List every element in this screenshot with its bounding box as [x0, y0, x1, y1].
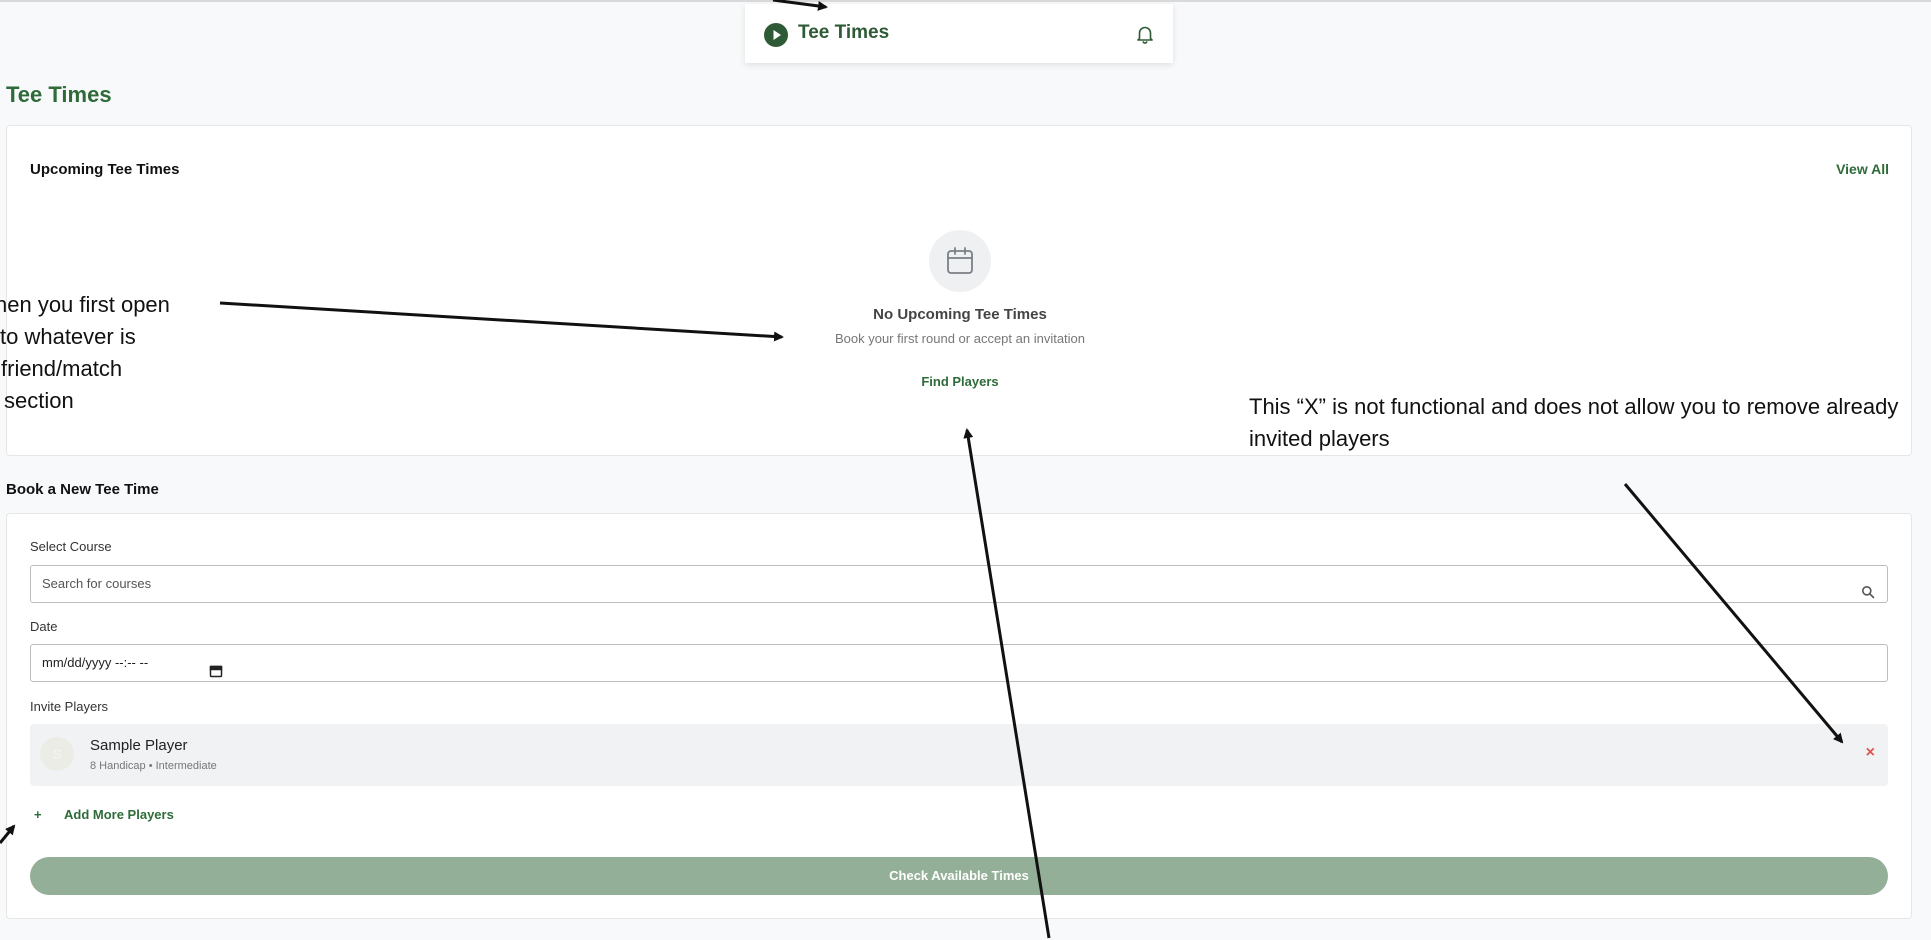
book-section-title: Book a New Tee Time — [6, 481, 159, 498]
annotation-left-line: hen you first open — [0, 292, 170, 317]
annotation-left: hen you first open to whatever is friend… — [0, 289, 200, 419]
app-header: Tee Times — [745, 4, 1173, 63]
empty-state-title: No Upcoming Tee Times — [873, 306, 1047, 323]
invited-player-row: S Sample Player 8 Handicap • Intermediat… — [30, 724, 1888, 786]
annotation-right: This “X” is not functional and does not … — [1249, 394, 1899, 451]
close-icon[interactable]: × — [1866, 744, 1875, 762]
select-course-label: Select Course — [30, 539, 112, 554]
page-title: Tee Times — [6, 82, 112, 107]
header-title: Tee Times — [798, 22, 890, 43]
book-tee-time-card: Select Course Search for courses Date mm… — [6, 513, 1912, 919]
annotation-left-line: to whatever is — [0, 324, 136, 349]
plus-icon: + — [34, 807, 42, 822]
date-input[interactable]: mm/dd/yyyy --:-- -- — [30, 644, 1888, 682]
add-more-players-button[interactable]: + Add More Players — [30, 807, 174, 822]
annotation-left-line: friend/match — [1, 356, 123, 381]
check-available-times-button[interactable]: Check Available Times — [30, 857, 1888, 895]
upcoming-title: Upcoming Tee Times — [30, 161, 180, 178]
player-meta: 8 Handicap • Intermediate — [90, 760, 217, 772]
bell-icon[interactable] — [1133, 22, 1157, 46]
top-border — [0, 0, 1931, 2]
calendar-small-icon[interactable] — [209, 656, 223, 678]
invite-players-label: Invite Players — [30, 699, 109, 714]
avatar: S — [40, 737, 74, 771]
play-circle-icon — [764, 23, 788, 47]
annotation-left-line: section — [4, 388, 74, 413]
search-icon — [1861, 577, 1875, 599]
find-players-button[interactable]: Find Players — [921, 374, 998, 389]
player-name: Sample Player — [90, 737, 188, 754]
view-all-link[interactable]: View All — [1836, 161, 1889, 177]
date-label: Date — [30, 619, 58, 634]
empty-state-subtitle: Book your first round or accept an invit… — [834, 331, 1086, 346]
find-players-link: Find Players — [7, 374, 1913, 389]
course-search-placeholder: Search for courses — [42, 576, 152, 591]
add-more-players-label: Add More Players — [64, 807, 174, 822]
date-input-value: mm/dd/yyyy --:-- -- — [42, 655, 149, 670]
course-search-input[interactable]: Search for courses — [30, 565, 1888, 603]
calendar-icon — [929, 230, 991, 292]
